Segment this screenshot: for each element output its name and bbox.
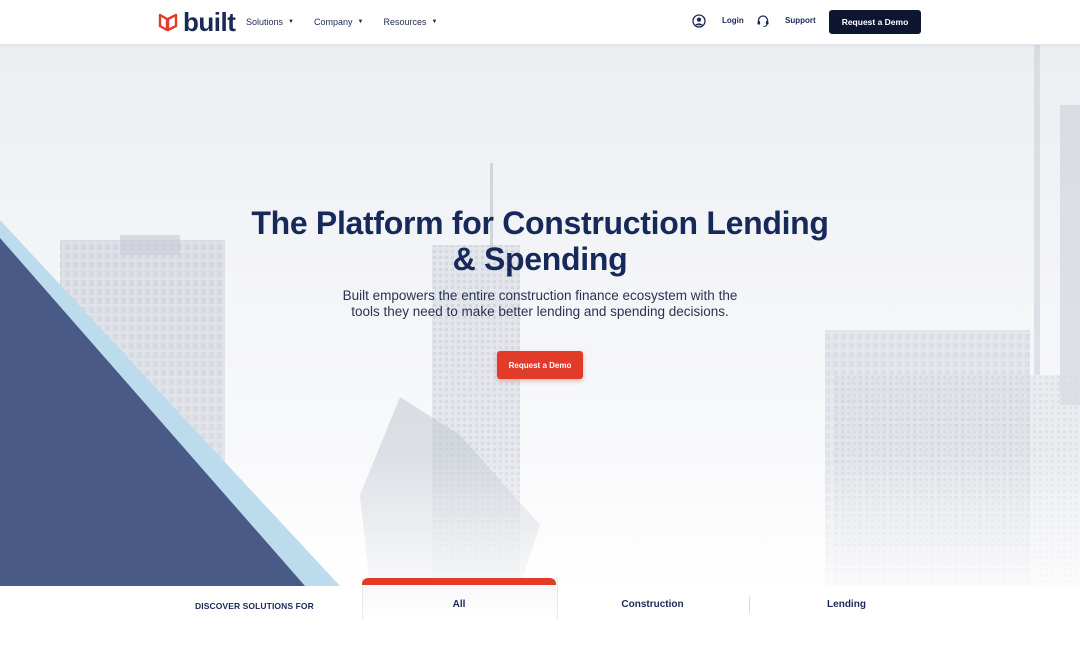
headset-icon[interactable] bbox=[756, 14, 770, 28]
main-nav: Solutions ▼ Company ▼ Resources ▼ bbox=[246, 0, 457, 44]
nav-label: Company bbox=[313, 17, 353, 27]
tab-lending[interactable]: Lending bbox=[750, 599, 943, 610]
logo-wordmark: built bbox=[183, 7, 236, 37]
request-demo-button[interactable]: Request a Demo bbox=[829, 10, 921, 34]
nav-item-solutions[interactable]: Solutions ▼ bbox=[246, 17, 294, 27]
hero-subtitle-line2: tools they need to make better lending a… bbox=[351, 304, 729, 319]
site-header: built Solutions ▼ Company ▼ Resources ▼ … bbox=[0, 0, 1080, 45]
tab-construction[interactable]: Construction bbox=[556, 599, 749, 610]
hero-title-line2: & Spending bbox=[452, 241, 628, 277]
caret-down-icon: ▼ bbox=[357, 19, 364, 25]
active-tab-indicator bbox=[362, 578, 556, 585]
hero-title-line1: The Platform for Construction Lending bbox=[251, 205, 829, 241]
nav-item-company[interactable]: Company ▼ bbox=[314, 17, 363, 27]
nav-label: Solutions bbox=[246, 17, 284, 27]
hero-section: The Platform for Construction Lending & … bbox=[0, 45, 1080, 586]
logo[interactable]: built bbox=[158, 7, 236, 37]
nav-label: Resources bbox=[383, 17, 427, 27]
caret-down-icon: ▼ bbox=[288, 19, 294, 25]
hero-subtitle: Built empowers the entire construction f… bbox=[330, 288, 750, 320]
caret-down-icon: ▼ bbox=[431, 19, 438, 25]
login-link[interactable]: Login bbox=[722, 16, 744, 25]
hero-title: The Platform for Construction Lending & … bbox=[200, 205, 880, 277]
user-icon[interactable] bbox=[692, 14, 706, 28]
nav-item-resources[interactable]: Resources ▼ bbox=[383, 17, 437, 27]
built-logo-icon bbox=[158, 13, 178, 32]
hero-request-demo-button[interactable]: Request a Demo bbox=[497, 351, 583, 379]
tab-all-label[interactable]: All bbox=[362, 599, 556, 610]
hero-subtitle-line1: Built empowers the entire construction f… bbox=[342, 288, 738, 303]
discover-solutions-heading: DISCOVER SOLUTIONS FOR bbox=[195, 601, 314, 611]
support-link[interactable]: Support bbox=[785, 16, 816, 25]
